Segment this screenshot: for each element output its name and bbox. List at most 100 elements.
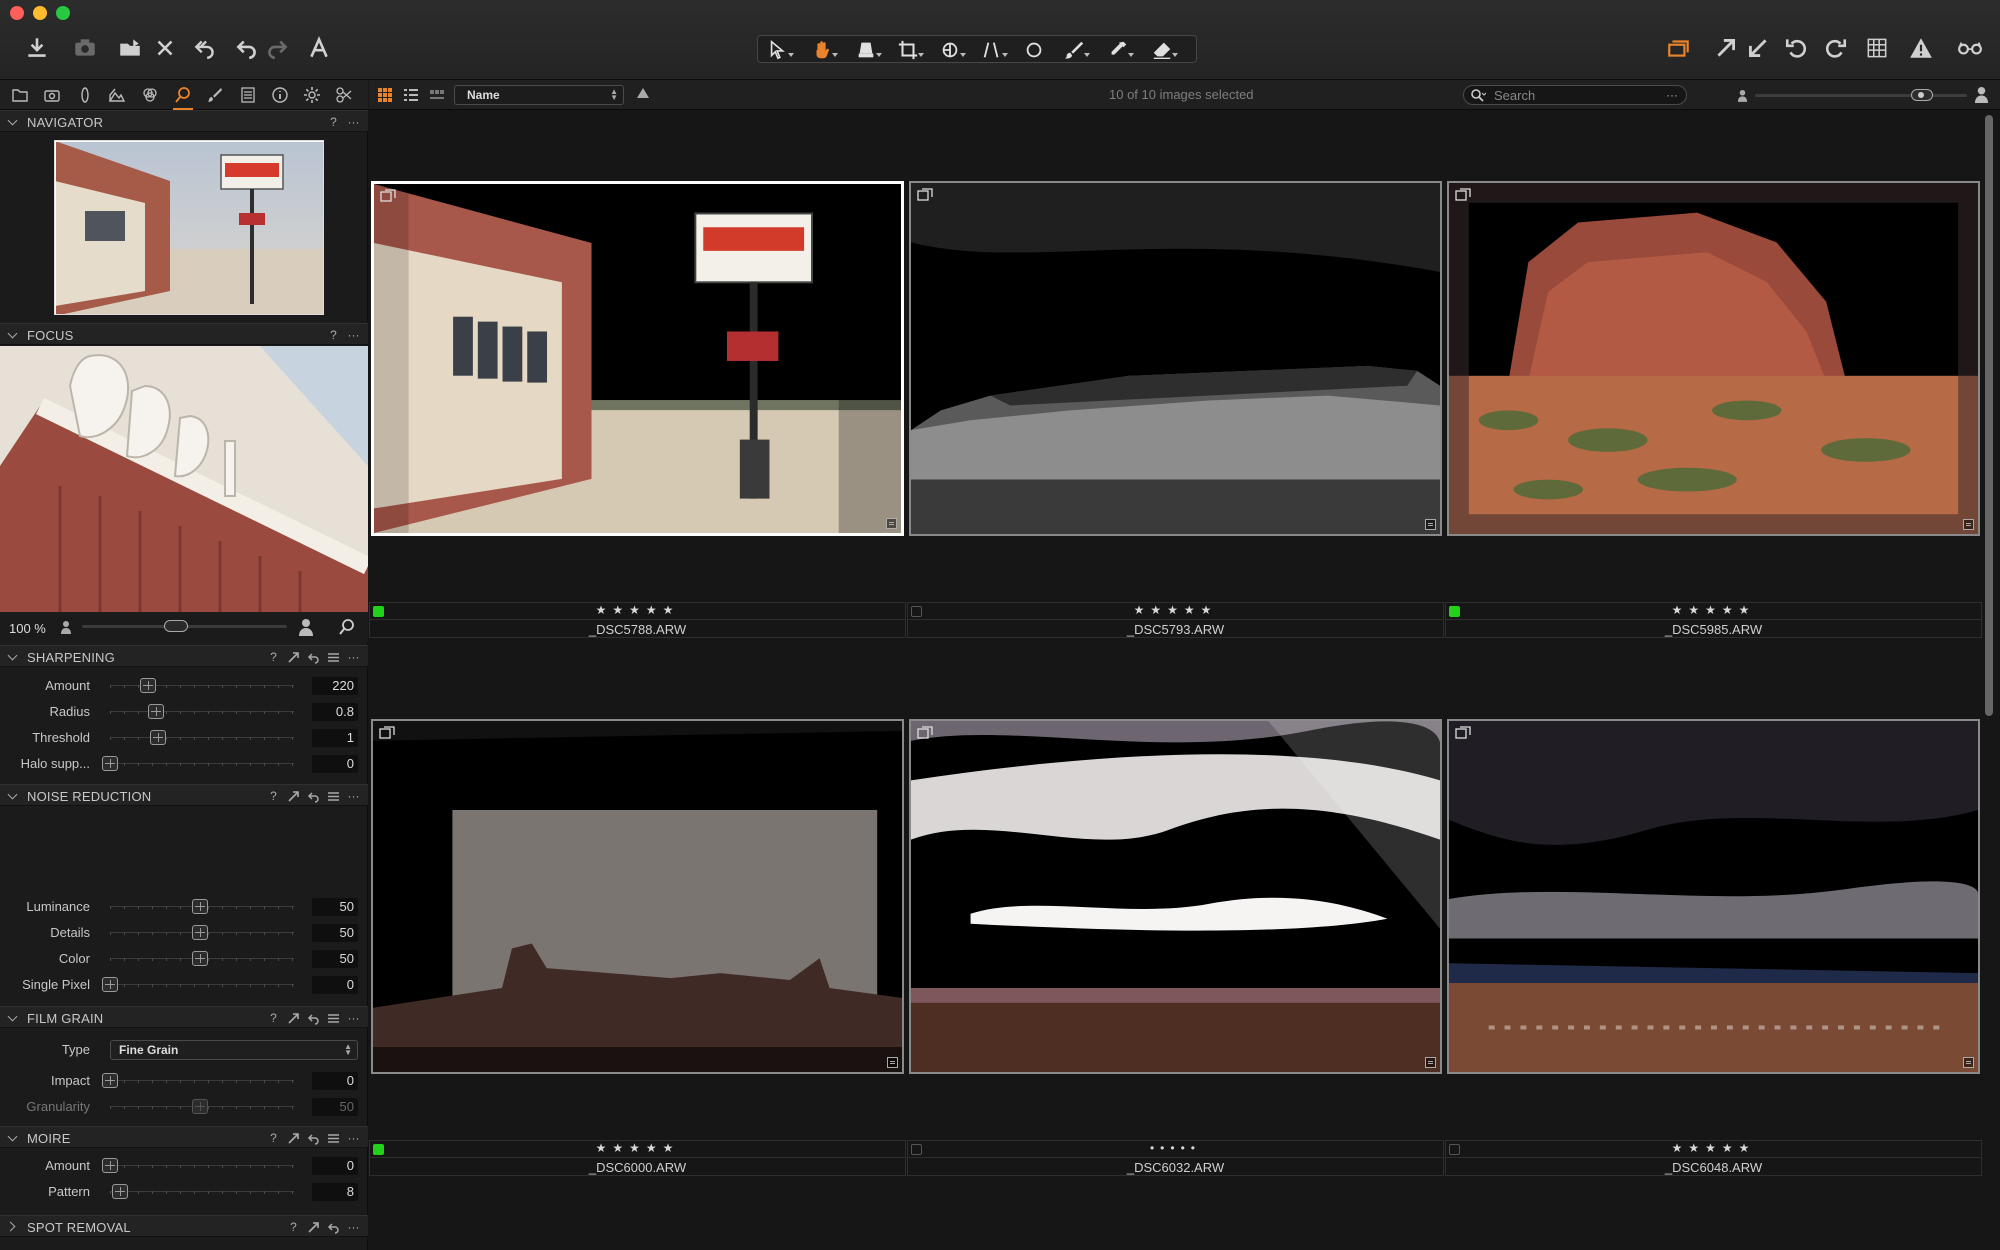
help-icon[interactable]: ? xyxy=(287,1220,300,1235)
exposure-warning-icon[interactable] xyxy=(1906,33,1936,63)
presets-icon[interactable] xyxy=(327,650,340,665)
window-maximize-button[interactable] xyxy=(56,6,70,20)
copy-adjustments-icon[interactable] xyxy=(1711,33,1741,63)
window-close-button[interactable] xyxy=(10,6,24,20)
sharpening-panel-header[interactable]: SHARPENING ? ··· xyxy=(0,645,368,667)
chevron-down-icon[interactable] xyxy=(7,1011,18,1022)
slider-track[interactable] xyxy=(1755,94,1967,97)
batch-icon[interactable] xyxy=(300,83,324,107)
details-icon[interactable] xyxy=(171,83,195,110)
loupe-icon[interactable] xyxy=(846,38,886,62)
moire-pattern-value[interactable]: 8 xyxy=(312,1183,358,1201)
copy-apply-icon[interactable] xyxy=(287,1131,300,1146)
star-rating[interactable]: ★★★★★ xyxy=(1446,603,1981,617)
styles-icon[interactable] xyxy=(332,83,356,107)
moire-pattern-slider[interactable] xyxy=(112,1184,128,1199)
copy-apply-icon[interactable] xyxy=(287,650,300,665)
redo-icon[interactable] xyxy=(262,33,292,63)
more-icon[interactable]: ··· xyxy=(347,789,360,804)
eraser-icon[interactable] xyxy=(1142,38,1182,62)
window-minimize-button[interactable] xyxy=(33,6,47,20)
search-box[interactable]: ··· xyxy=(1463,85,1687,105)
sharpening-amount-value[interactable]: 220 xyxy=(312,677,358,695)
browser-scrollbar[interactable] xyxy=(1985,115,1993,716)
image-cell[interactable]: ★★★★★ _DSC6000.ARW xyxy=(369,716,906,1176)
navigator-preview[interactable] xyxy=(54,140,324,315)
camera-icon[interactable] xyxy=(70,33,100,63)
noise-single-pixel-slider[interactable] xyxy=(102,977,118,992)
sharpening-amount-slider[interactable] xyxy=(140,678,156,693)
composition-icon[interactable] xyxy=(105,83,129,107)
color-icon[interactable] xyxy=(138,83,162,107)
focus-zoom-slider[interactable] xyxy=(82,620,287,632)
slider-knob[interactable] xyxy=(1911,89,1933,101)
open-folder-icon[interactable] xyxy=(115,33,145,63)
crop-icon[interactable] xyxy=(888,38,928,62)
noise-reduction-panel-header[interactable]: NOISE REDUCTION ? ··· xyxy=(0,784,368,806)
star-rating[interactable]: ★★★★★ xyxy=(908,603,1443,617)
image-cell[interactable]: ★★★★★ _DSC6048.ARW xyxy=(1445,716,1982,1176)
focus-panel-header[interactable]: FOCUS ? ··· xyxy=(0,323,368,345)
image-cell[interactable]: ★★★★★ _DSC5788.ARW xyxy=(369,178,906,638)
copy-apply-icon[interactable] xyxy=(307,1220,320,1235)
grid-view-icon[interactable] xyxy=(375,85,395,105)
reset-icon[interactable] xyxy=(307,1131,320,1146)
more-icon[interactable]: ··· xyxy=(347,328,360,343)
noise-details-value[interactable]: 50 xyxy=(312,924,358,942)
image-thumbnail[interactable] xyxy=(371,719,904,1074)
stack-icon[interactable] xyxy=(1664,33,1694,63)
delete-icon[interactable] xyxy=(150,33,180,63)
reset-icon[interactable] xyxy=(307,789,320,804)
capture-icon[interactable] xyxy=(40,83,64,107)
more-icon[interactable]: ··· xyxy=(347,1131,360,1146)
noise-luminance-slider[interactable] xyxy=(192,899,208,914)
list-view-icon[interactable] xyxy=(401,85,421,105)
sharpening-halo-value[interactable]: 0 xyxy=(312,755,358,773)
star-rating[interactable]: ••••• xyxy=(908,1141,1443,1155)
rotate-right-icon[interactable] xyxy=(1820,33,1850,63)
more-icon[interactable]: ··· xyxy=(347,1011,360,1026)
library-icon[interactable] xyxy=(8,83,32,107)
apply-adjustments-icon[interactable] xyxy=(1743,33,1773,63)
sort-select[interactable]: Name ▲ ▼ xyxy=(454,85,624,105)
star-rating[interactable]: ★★★★★ xyxy=(370,603,905,617)
more-icon[interactable]: ··· xyxy=(347,115,360,130)
filmstrip-view-icon[interactable] xyxy=(427,85,447,105)
reset-icon[interactable] xyxy=(307,650,320,665)
image-thumbnail[interactable] xyxy=(1447,719,1980,1074)
presets-icon[interactable] xyxy=(327,789,340,804)
picker-icon[interactable] xyxy=(1098,38,1138,62)
moire-panel-header[interactable]: MOIRE ? ··· xyxy=(0,1126,368,1148)
select-pointer-icon[interactable] xyxy=(758,38,798,62)
help-icon[interactable]: ? xyxy=(267,1011,280,1026)
chevron-down-icon[interactable] xyxy=(7,650,18,661)
rotate-icon[interactable] xyxy=(930,38,970,62)
help-icon[interactable]: ? xyxy=(267,650,280,665)
sharpening-threshold-slider[interactable] xyxy=(150,730,166,745)
chevron-down-icon[interactable] xyxy=(7,115,18,126)
grid-icon[interactable] xyxy=(1862,33,1892,63)
help-icon[interactable]: ? xyxy=(327,115,340,130)
image-cell[interactable]: ★★★★★ _DSC5985.ARW xyxy=(1445,178,1982,638)
star-rating[interactable]: ★★★★★ xyxy=(1446,1141,1981,1155)
reset-icon[interactable] xyxy=(327,1220,340,1235)
sort-direction-icon[interactable] xyxy=(637,88,649,98)
sharpening-halo-slider[interactable] xyxy=(102,756,118,771)
reset-icon[interactable] xyxy=(307,1011,320,1026)
noise-color-slider[interactable] xyxy=(192,951,208,966)
chevron-down-icon[interactable] xyxy=(7,328,18,339)
grain-impact-slider[interactable] xyxy=(102,1073,118,1088)
chevron-right-icon[interactable] xyxy=(5,1221,16,1232)
help-icon[interactable]: ? xyxy=(327,328,340,343)
help-icon[interactable]: ? xyxy=(267,789,280,804)
circle-mask-icon[interactable] xyxy=(1014,38,1054,62)
loupe-search-icon[interactable] xyxy=(338,618,356,636)
image-thumbnail[interactable] xyxy=(1447,181,1980,536)
thumbnail-size-slider[interactable] xyxy=(1733,85,1989,105)
more-icon[interactable]: ··· xyxy=(347,1220,360,1235)
copy-apply-icon[interactable] xyxy=(287,1011,300,1026)
navigator-panel-header[interactable]: NAVIGATOR ? ··· xyxy=(0,110,368,132)
noise-details-slider[interactable] xyxy=(192,925,208,940)
moire-amount-value[interactable]: 0 xyxy=(312,1157,358,1175)
chevron-down-icon[interactable] xyxy=(7,1131,18,1142)
